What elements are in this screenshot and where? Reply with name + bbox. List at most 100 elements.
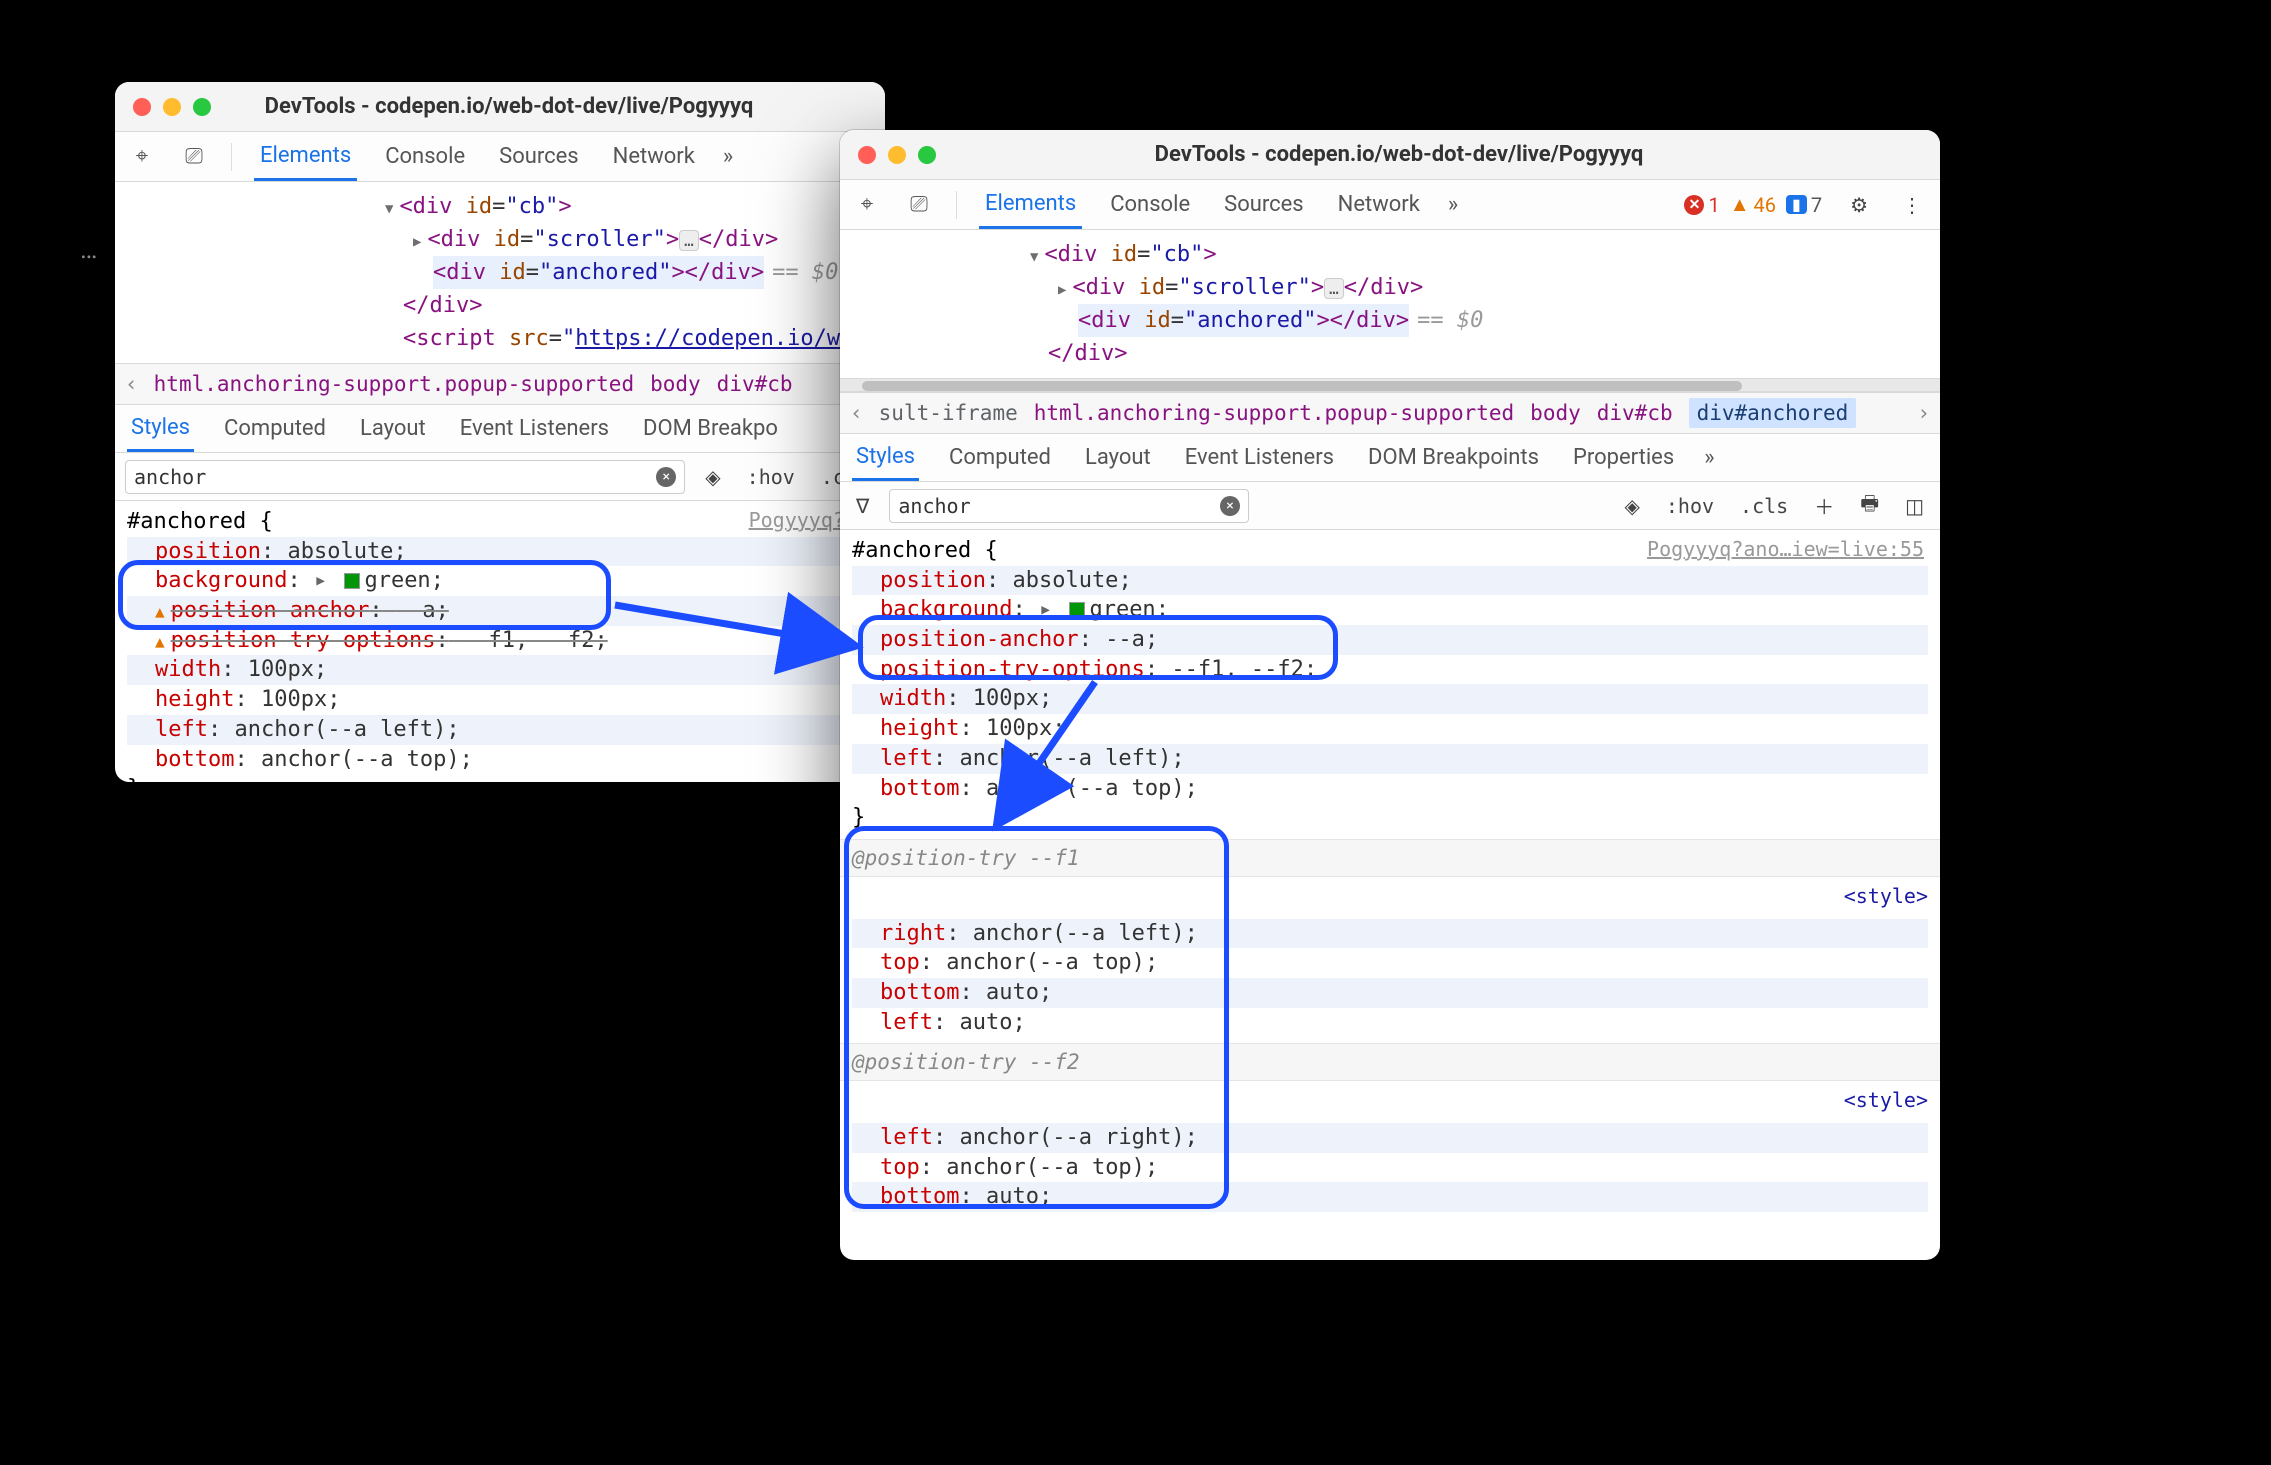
crumb-left-chev-icon[interactable]: ‹ xyxy=(850,401,863,425)
tab-event-listeners[interactable]: Event Listeners xyxy=(456,407,613,450)
crumb-html[interactable]: html.anchoring-support.popup-supported xyxy=(1034,401,1514,425)
crumb-left-chev-icon[interactable]: ‹ xyxy=(125,372,138,396)
style-declaration[interactable]: position: absolute; xyxy=(127,537,873,567)
clear-filter-icon[interactable]: × xyxy=(1220,496,1240,516)
crumb-body[interactable]: body xyxy=(650,372,701,396)
style-declaration[interactable]: position-try-options: --f1, --f2; xyxy=(852,655,1928,685)
tab-styles[interactable]: Styles xyxy=(127,406,194,452)
layers-icon[interactable] xyxy=(699,461,726,493)
error-count[interactable]: ✕1 xyxy=(1684,193,1719,217)
titlebar[interactable]: DevTools - codepen.io/web-dot-dev/live/P… xyxy=(840,130,1940,180)
style-declaration[interactable]: height: 100px; xyxy=(852,714,1928,744)
style-origin-link[interactable]: <style> xyxy=(1844,883,1928,910)
crumb-html[interactable]: html.anchoring-support.popup-supported xyxy=(154,372,634,396)
style-origin-link[interactable]: <style> xyxy=(1844,1087,1928,1114)
print-media-icon[interactable]: 🖶 xyxy=(1854,485,1885,527)
tab-sources[interactable]: Sources xyxy=(1218,182,1310,227)
style-declaration[interactable]: bottom: anchor(--a top); xyxy=(127,745,873,775)
style-declaration[interactable]: background: ▸ green; xyxy=(852,595,1928,625)
style-declaration[interactable]: left: anchor(--a right); xyxy=(852,1123,1928,1153)
style-declaration[interactable]: left: anchor(--a left); xyxy=(127,715,873,745)
tab-dom-breakpoints[interactable]: DOM Breakpo xyxy=(639,407,782,450)
devtools-tabs: ⌖ Elements Console Sources Network » xyxy=(115,132,885,182)
tabs-overflow-icon[interactable]: » xyxy=(1448,192,1458,217)
tab-dom-breakpoints[interactable]: DOM Breakpoints xyxy=(1364,436,1543,479)
tab-network[interactable]: Network xyxy=(1332,182,1426,227)
new-rule-icon[interactable] xyxy=(1808,487,1840,524)
layers-icon[interactable] xyxy=(1618,490,1645,522)
tab-layout[interactable]: Layout xyxy=(356,407,430,450)
style-declaration[interactable]: background: ▸ green; xyxy=(127,566,873,596)
style-declaration[interactable]: top: anchor(--a top); xyxy=(852,948,1928,978)
style-declaration[interactable]: position-anchor: --a; xyxy=(852,625,1928,655)
filter-funnel-icon[interactable]: ∇ xyxy=(850,490,875,522)
style-declaration[interactable]: bottom: auto; xyxy=(852,1182,1928,1212)
crumb-divcb[interactable]: div#cb xyxy=(717,372,793,396)
style-declaration[interactable]: bottom: anchor(--a top); xyxy=(852,774,1928,804)
more-menu-icon[interactable] xyxy=(1896,189,1928,221)
inspect-element-icon[interactable]: ⌖ xyxy=(852,192,882,217)
elements-panel[interactable]: <div id="cb"> <div id="scroller">…</div>… xyxy=(115,182,885,363)
warning-count[interactable]: 46 xyxy=(1730,192,1776,217)
tab-event-listeners[interactable]: Event Listeners xyxy=(1181,436,1338,479)
window-title: DevTools - codepen.io/web-dot-dev/live/P… xyxy=(876,142,1922,167)
color-swatch-icon[interactable] xyxy=(344,573,360,589)
style-declaration[interactable]: left: anchor(--a left); xyxy=(852,744,1928,774)
style-declaration[interactable]: position-anchor: --a; xyxy=(127,596,873,626)
source-link[interactable]: Pogyyyq?ano…iew=live:55 xyxy=(1647,536,1924,563)
style-declaration[interactable]: width: 100px; xyxy=(852,684,1928,714)
style-declaration[interactable]: left: auto; xyxy=(852,1008,1928,1038)
tab-network[interactable]: Network xyxy=(607,134,701,179)
style-declaration[interactable]: position: absolute; xyxy=(852,566,1928,596)
tab-computed[interactable]: Computed xyxy=(220,407,330,450)
hov-toggle[interactable]: :hov xyxy=(1660,490,1720,522)
tab-sources[interactable]: Sources xyxy=(493,134,585,179)
styles-filter-input[interactable]: anchor × xyxy=(889,489,1249,523)
tab-computed[interactable]: Computed xyxy=(945,436,1055,479)
breadcrumb[interactable]: ‹ html.anchoring-support.popup-supported… xyxy=(115,363,885,405)
style-declaration[interactable]: bottom: auto; xyxy=(852,978,1928,1008)
clear-filter-icon[interactable]: × xyxy=(656,467,676,487)
horizontal-scrollbar[interactable] xyxy=(840,378,1940,392)
color-swatch-icon[interactable] xyxy=(1069,602,1085,618)
breadcrumb[interactable]: ‹ sult-iframe html.anchoring-support.pop… xyxy=(840,392,1940,434)
position-try-section-header[interactable]: @position-try --f2 xyxy=(840,1043,1940,1081)
style-declaration[interactable]: height: 100px; xyxy=(127,685,873,715)
device-mode-icon[interactable] xyxy=(904,192,934,217)
elements-panel[interactable]: <div id="cb"> <div id="scroller">…</div>… xyxy=(840,230,1940,378)
style-declaration[interactable]: right: anchor(--a left); xyxy=(852,919,1928,949)
style-declaration[interactable]: top: anchor(--a top); xyxy=(852,1153,1928,1183)
filter-value: anchor xyxy=(134,465,206,489)
styles-rules[interactable]: Pogyyyq?an #anchored { position: absolut… xyxy=(115,501,885,782)
issues-summary[interactable]: ✕1 46 ▮7 xyxy=(1684,192,1822,217)
crumb-selected[interactable]: div#anchored xyxy=(1689,398,1857,428)
close-icon[interactable] xyxy=(133,98,151,116)
device-mode-icon[interactable] xyxy=(179,144,209,169)
crumb-right-chev-icon[interactable]: › xyxy=(1917,401,1930,425)
close-icon[interactable] xyxy=(858,146,876,164)
crumb-divcb[interactable]: div#cb xyxy=(1597,401,1673,425)
position-try-section-header[interactable]: @position-try --f1 xyxy=(840,839,1940,877)
titlebar[interactable]: DevTools - codepen.io/web-dot-dev/live/P… xyxy=(115,82,885,132)
styles-rules[interactable]: Pogyyyq?ano…iew=live:55 #anchored { posi… xyxy=(840,530,1940,839)
tab-properties[interactable]: Properties xyxy=(1569,436,1678,479)
styles-filter-input[interactable]: anchor × xyxy=(125,460,685,494)
tab-elements[interactable]: Elements xyxy=(254,133,357,181)
message-count[interactable]: ▮7 xyxy=(1786,193,1822,217)
tab-styles[interactable]: Styles xyxy=(852,435,919,481)
crumb-body[interactable]: body xyxy=(1530,401,1581,425)
tab-console[interactable]: Console xyxy=(379,134,471,179)
tab-console[interactable]: Console xyxy=(1104,182,1196,227)
tab-layout[interactable]: Layout xyxy=(1081,436,1155,479)
subtabs-overflow-icon[interactable]: » xyxy=(1704,445,1714,470)
settings-icon[interactable] xyxy=(1844,189,1874,221)
tab-elements[interactable]: Elements xyxy=(979,181,1082,229)
style-declaration[interactable]: position-try-options: --f1, --f2; xyxy=(127,626,873,656)
tabs-overflow-icon[interactable]: » xyxy=(723,144,733,169)
cls-toggle[interactable]: .cls xyxy=(1734,490,1794,522)
crumb-iframe[interactable]: sult-iframe xyxy=(879,401,1018,425)
inspect-element-icon[interactable]: ⌖ xyxy=(127,144,157,169)
style-declaration[interactable]: width: 100px; xyxy=(127,655,873,685)
hov-toggle[interactable]: :hov xyxy=(741,461,801,493)
toggle-computed-pane-icon[interactable] xyxy=(1899,490,1930,522)
